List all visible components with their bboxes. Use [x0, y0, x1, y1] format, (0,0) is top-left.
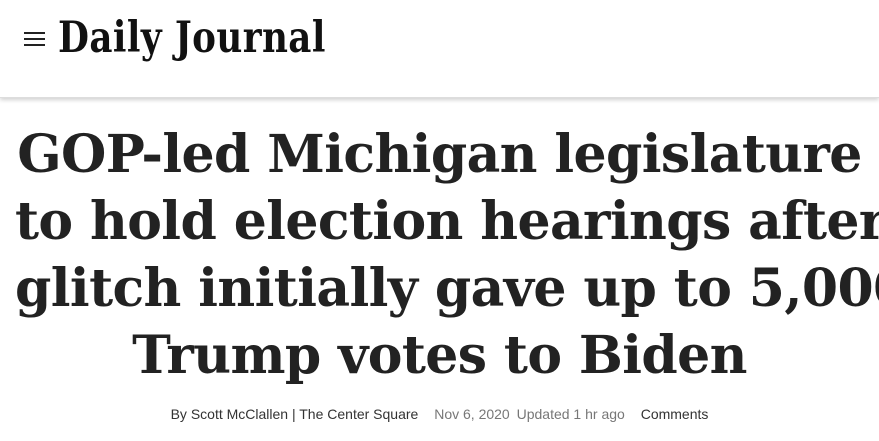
author-link[interactable]: By Scott McClallen [171, 406, 288, 422]
publish-date: Nov 6, 2020 [434, 406, 510, 422]
headline-line: to hold election hearings after [15, 191, 879, 252]
byline-separator: | [291, 406, 296, 422]
headline-line: Trump votes to Biden [132, 325, 747, 386]
source-link[interactable]: The Center Square [299, 406, 418, 422]
updated-time: Updated 1 hr ago [516, 406, 625, 422]
menu-bar [24, 38, 45, 40]
comments-link[interactable]: Comments [641, 406, 709, 422]
menu-bar [24, 44, 45, 46]
menu-bar [24, 32, 45, 34]
headline-line: GOP-led Michigan legislature [17, 124, 862, 185]
hamburger-menu-icon[interactable] [20, 28, 50, 52]
article-headline: GOP-led Michigan legislature to hold ele… [15, 121, 879, 389]
site-logo[interactable]: Daily Journal [58, 12, 326, 64]
article-byline: By Scott McClallen | The Center Square N… [0, 405, 879, 423]
site-header: Daily Journal [0, 0, 879, 98]
headline-line: glitch initially gave up to 5,000 [15, 258, 879, 319]
